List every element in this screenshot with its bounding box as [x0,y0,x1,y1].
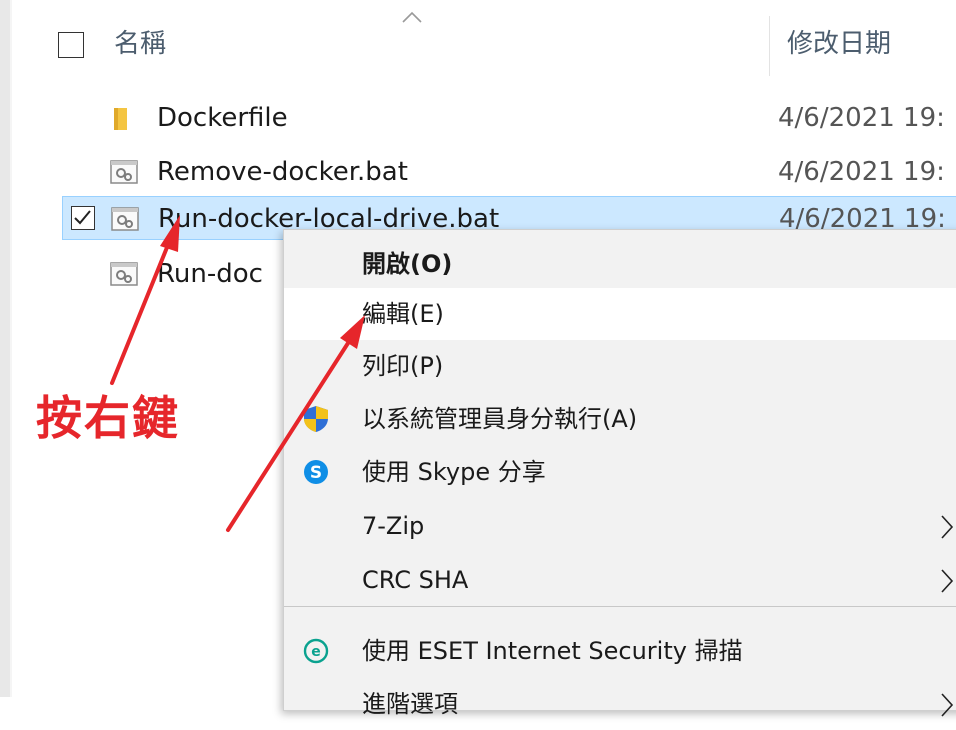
chevron-right-icon [941,569,954,593]
svg-text:e: e [311,644,321,660]
menu-item-label: 進階選項 [362,690,458,718]
skype-icon: S [304,460,328,484]
menu-separator [284,606,956,607]
eset-icon: e [303,638,329,664]
menu-item-label: CRC SHA [362,566,469,594]
left-pane-edge [0,0,10,697]
column-header-date[interactable]: 修改日期 [787,26,891,62]
row-checkbox[interactable] [71,206,95,230]
left-pane-divider [10,0,12,697]
batch-file-icon [110,262,138,286]
file-name: Dockerfile [157,103,288,133]
file-date: 4/6/2021 19: [778,157,945,187]
menu-item-label: 列印(P) [362,352,444,380]
menu-item-label: 開啟(O) [362,250,453,278]
checkmark-icon [74,210,91,225]
batch-file-icon [111,207,139,231]
column-header-name[interactable]: 名稱 [114,26,166,62]
menu-item-open[interactable]: 開啟(O) [284,238,956,290]
menu-item-label: 7-Zip [362,512,425,540]
menu-item-eset-scan[interactable]: e 使用 ESET Internet Security 掃描 [284,625,956,677]
context-menu: 開啟(O) 編輯(E) 列印(P) 以系統管理員身分執行(A) S 使用 Sky… [283,229,956,718]
file-date: 4/6/2021 19: [778,103,945,133]
menu-item-label: 使用 ESET Internet Security 掃描 [362,637,743,665]
batch-file-icon [110,160,138,184]
chevron-right-icon [941,515,954,539]
menu-item-7zip[interactable]: 7-Zip [284,500,956,552]
menu-item-print[interactable]: 列印(P) [284,340,956,392]
file-row-remove-docker[interactable]: Remove-docker.bat 4/6/2021 19: [62,150,956,194]
annotation-right-click-label: 按右鍵 [36,391,180,445]
uac-shield-icon [304,406,328,432]
menu-item-skype-share[interactable]: S 使用 Skype 分享 [284,446,956,498]
chevron-right-icon [941,693,954,717]
menu-item-label: 使用 Skype 分享 [362,458,546,486]
annotation-arrow-to-file [110,215,180,385]
menu-item-run-as-admin[interactable]: 以系統管理員身分執行(A) [284,393,956,445]
menu-item-label: 編輯(E) [362,300,444,328]
file-name: Run-doc [157,259,263,289]
sort-ascending-icon [402,11,422,23]
column-separator[interactable] [769,16,770,76]
menu-item-label: 以系統管理員身分執行(A) [362,405,638,433]
menu-item-advanced-options[interactable]: 進階選項 [284,678,956,730]
menu-item-crc-sha[interactable]: CRC SHA [284,554,956,606]
file-row-dockerfile[interactable]: Dockerfile 4/6/2021 19: [62,96,956,140]
folder-icon [114,108,127,130]
select-all-checkbox[interactable] [58,32,84,58]
file-name: Remove-docker.bat [157,157,408,187]
menu-item-edit[interactable]: 編輯(E) [284,288,956,340]
svg-text:S: S [310,463,322,483]
